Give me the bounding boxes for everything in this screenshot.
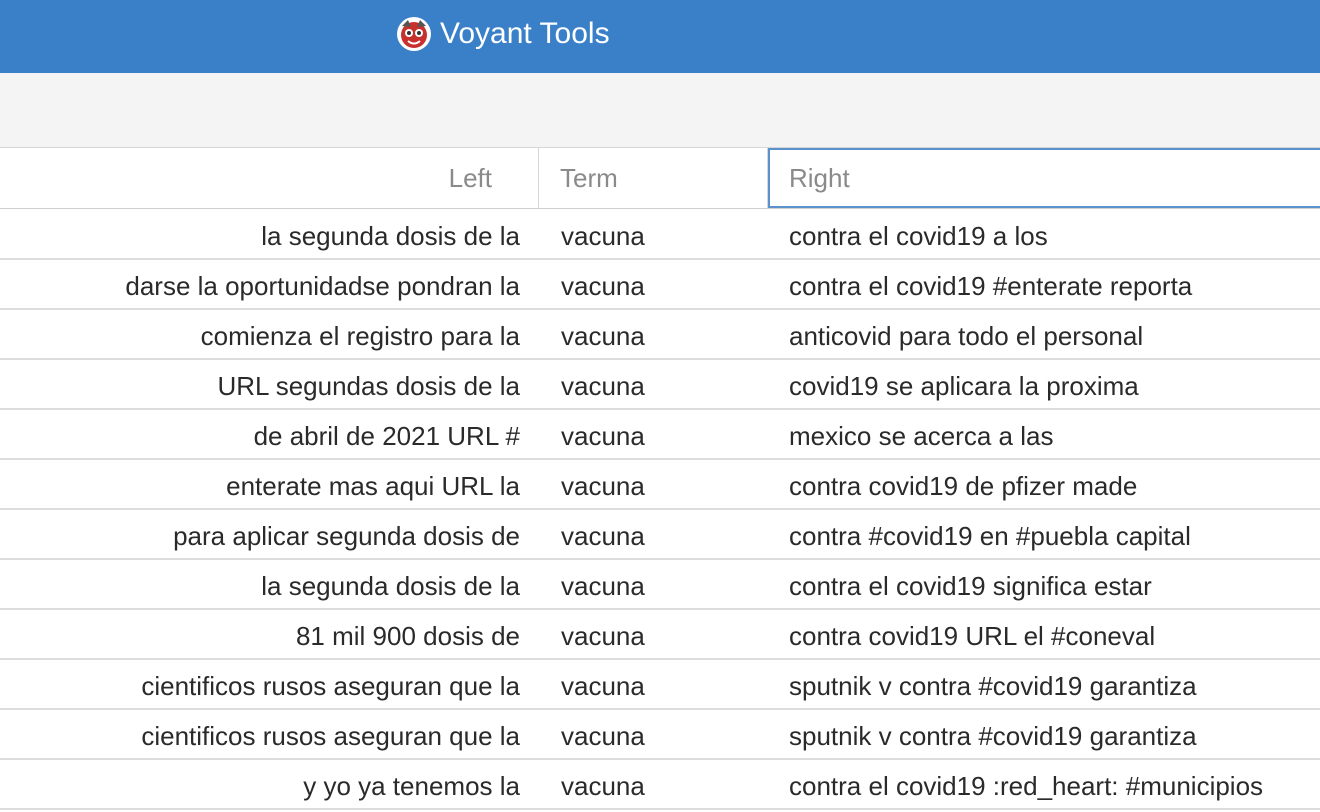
cell-term: vacuna: [561, 671, 645, 701]
table-row[interactable]: la segunda dosis de la vacuna contra el …: [0, 560, 1320, 610]
column-header-left[interactable]: Left: [0, 148, 539, 208]
app-title: Voyant Tools: [440, 17, 610, 50]
cell-term: vacuna: [561, 371, 645, 401]
table-row[interactable]: darse la oportunidadse pondran la vacuna…: [0, 260, 1320, 310]
app-header: Voyant Tools: [0, 0, 1320, 73]
table-row[interactable]: cientificos rusos aseguran que la vacuna…: [0, 660, 1320, 710]
table-row[interactable]: cientificos rusos aseguran que la vacuna…: [0, 710, 1320, 760]
cell-left: y yo ya tenemos la: [303, 771, 520, 801]
cell-left: la segunda dosis de la: [261, 221, 520, 251]
cell-left: de abril de 2021 URL #: [253, 421, 520, 451]
cell-right: contra covid19 URL el #coneval: [789, 621, 1156, 651]
table-row[interactable]: enterate mas aqui URL la vacuna contra c…: [0, 460, 1320, 510]
cell-right: mexico se acerca a las: [789, 421, 1054, 451]
cell-term: vacuna: [561, 271, 645, 301]
cell-right: anticovid para todo el personal: [789, 321, 1144, 351]
cell-term: vacuna: [561, 771, 645, 801]
toolbar: [0, 73, 1320, 148]
cell-left: cientificos rusos aseguran que la: [141, 671, 520, 701]
column-header-term[interactable]: Term: [539, 148, 768, 208]
cell-left: comienza el registro para la: [200, 321, 520, 351]
cell-left: 81 mil 900 dosis de: [295, 621, 520, 651]
cell-left: enterate mas aqui URL la: [226, 471, 520, 501]
table-row[interactable]: comienza el registro para la vacuna anti…: [0, 310, 1320, 360]
cell-right: contra el covid19 a los: [789, 221, 1048, 251]
cell-left: cientificos rusos aseguran que la: [141, 721, 520, 751]
table-row[interactable]: para aplicar segunda dosis de vacuna con…: [0, 510, 1320, 560]
cell-term: vacuna: [561, 471, 645, 501]
grid-header: Left Term Right: [0, 148, 1320, 209]
cell-term: vacuna: [561, 221, 645, 251]
cell-right: contra el covid19 significa estar: [789, 571, 1152, 601]
grid-body: la segunda dosis de la vacuna contra el …: [0, 210, 1320, 810]
cell-right: contra covid19 de pfizer made: [789, 471, 1138, 501]
cell-right: sputnik v contra #covid19 garantiza: [789, 671, 1197, 701]
table-row[interactable]: 81 mil 900 dosis de vacuna contra covid1…: [0, 610, 1320, 660]
cell-term: vacuna: [561, 571, 645, 601]
cell-right: contra el covid19 #enterate reporta: [789, 271, 1193, 301]
cell-right: contra #covid19 en #puebla capital: [789, 521, 1191, 551]
cell-term: vacuna: [561, 421, 645, 451]
cell-term: vacuna: [561, 621, 645, 651]
cell-right: covid19 se aplicara la proxima: [789, 371, 1139, 401]
cell-left: URL segundas dosis de la: [217, 371, 520, 401]
cell-term: vacuna: [561, 521, 645, 551]
brand[interactable]: Voyant Tools: [396, 14, 610, 54]
table-row[interactable]: de abril de 2021 URL # vacuna mexico se …: [0, 410, 1320, 460]
column-header-right[interactable]: Right: [768, 148, 1320, 208]
cell-left: la segunda dosis de la: [261, 571, 520, 601]
table-row[interactable]: la segunda dosis de la vacuna contra el …: [0, 210, 1320, 260]
cell-right: contra el covid19 :red_heart: #municipio…: [789, 771, 1264, 801]
cell-right: sputnik v contra #covid19 garantiza: [789, 721, 1197, 751]
cell-term: vacuna: [561, 321, 645, 351]
voyant-logo-icon: [396, 16, 432, 52]
table-row[interactable]: URL segundas dosis de la vacuna covid19 …: [0, 360, 1320, 410]
cell-left: darse la oportunidadse pondran la: [125, 271, 520, 301]
cell-left: para aplicar segunda dosis de: [173, 521, 520, 551]
table-row[interactable]: y yo ya tenemos la vacuna contra el covi…: [0, 760, 1320, 810]
cell-term: vacuna: [561, 721, 645, 751]
